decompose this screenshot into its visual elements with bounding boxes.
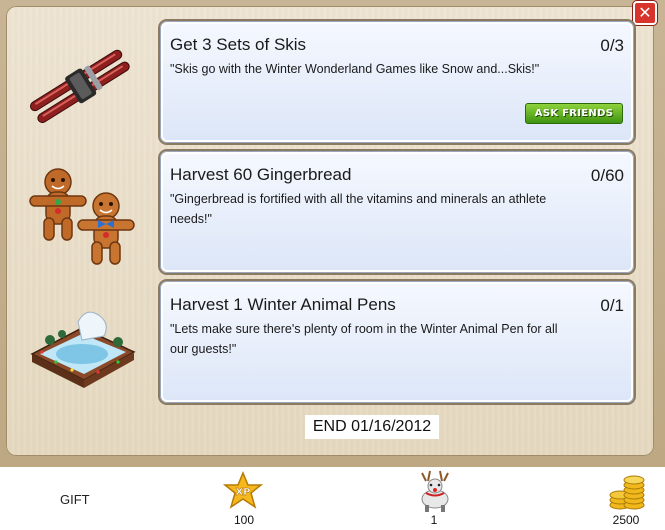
quest-title: Harvest 60 Gingerbread xyxy=(170,165,352,184)
quest-progress: 0/60 xyxy=(590,166,624,185)
xp-value: 100 xyxy=(233,513,255,527)
quest-description: "Lets make sure there's plenty of room i… xyxy=(170,322,558,356)
xp-star-icon: XP xyxy=(222,471,264,511)
quest-progress: 0/3 xyxy=(600,36,624,55)
winter-animal-pen-icon xyxy=(22,292,142,402)
gift-label: GIFT xyxy=(60,492,90,507)
quest-title: Get 3 Sets of Skis xyxy=(170,35,307,54)
ask-friends-button[interactable]: ASK FRIENDS xyxy=(525,103,623,124)
coins-value: 2500 xyxy=(612,513,640,527)
quest-progress: 0/1 xyxy=(600,296,624,315)
quest-description: "Skis go with the Winter Wonderland Game… xyxy=(170,62,540,76)
xp-icon-text: XP xyxy=(235,487,250,498)
quest-card-gingerbread: Harvest 60 Gingerbread "Gingerbread is f… xyxy=(160,151,634,273)
quest-title: Harvest 1 Winter Animal Pens xyxy=(170,295,396,314)
quest-description: "Gingerbread is fortified with all the v… xyxy=(170,192,547,226)
rewards-footer: GIFT XP 100 1 2500 xyxy=(0,467,665,530)
end-date-label: END 01/16/2012 xyxy=(305,415,439,439)
skis-icon xyxy=(22,28,142,138)
reindeer-icon xyxy=(414,469,454,513)
gingerbread-icon xyxy=(22,160,142,270)
quest-card-animal-pens: Harvest 1 Winter Animal Pens "Lets make … xyxy=(160,281,634,403)
coins-icon xyxy=(608,469,646,513)
close-button[interactable]: ✕ xyxy=(633,1,657,25)
quest-card-skis: Get 3 Sets of Skis "Skis go with the Win… xyxy=(160,21,634,143)
animal-value: 1 xyxy=(430,513,438,527)
